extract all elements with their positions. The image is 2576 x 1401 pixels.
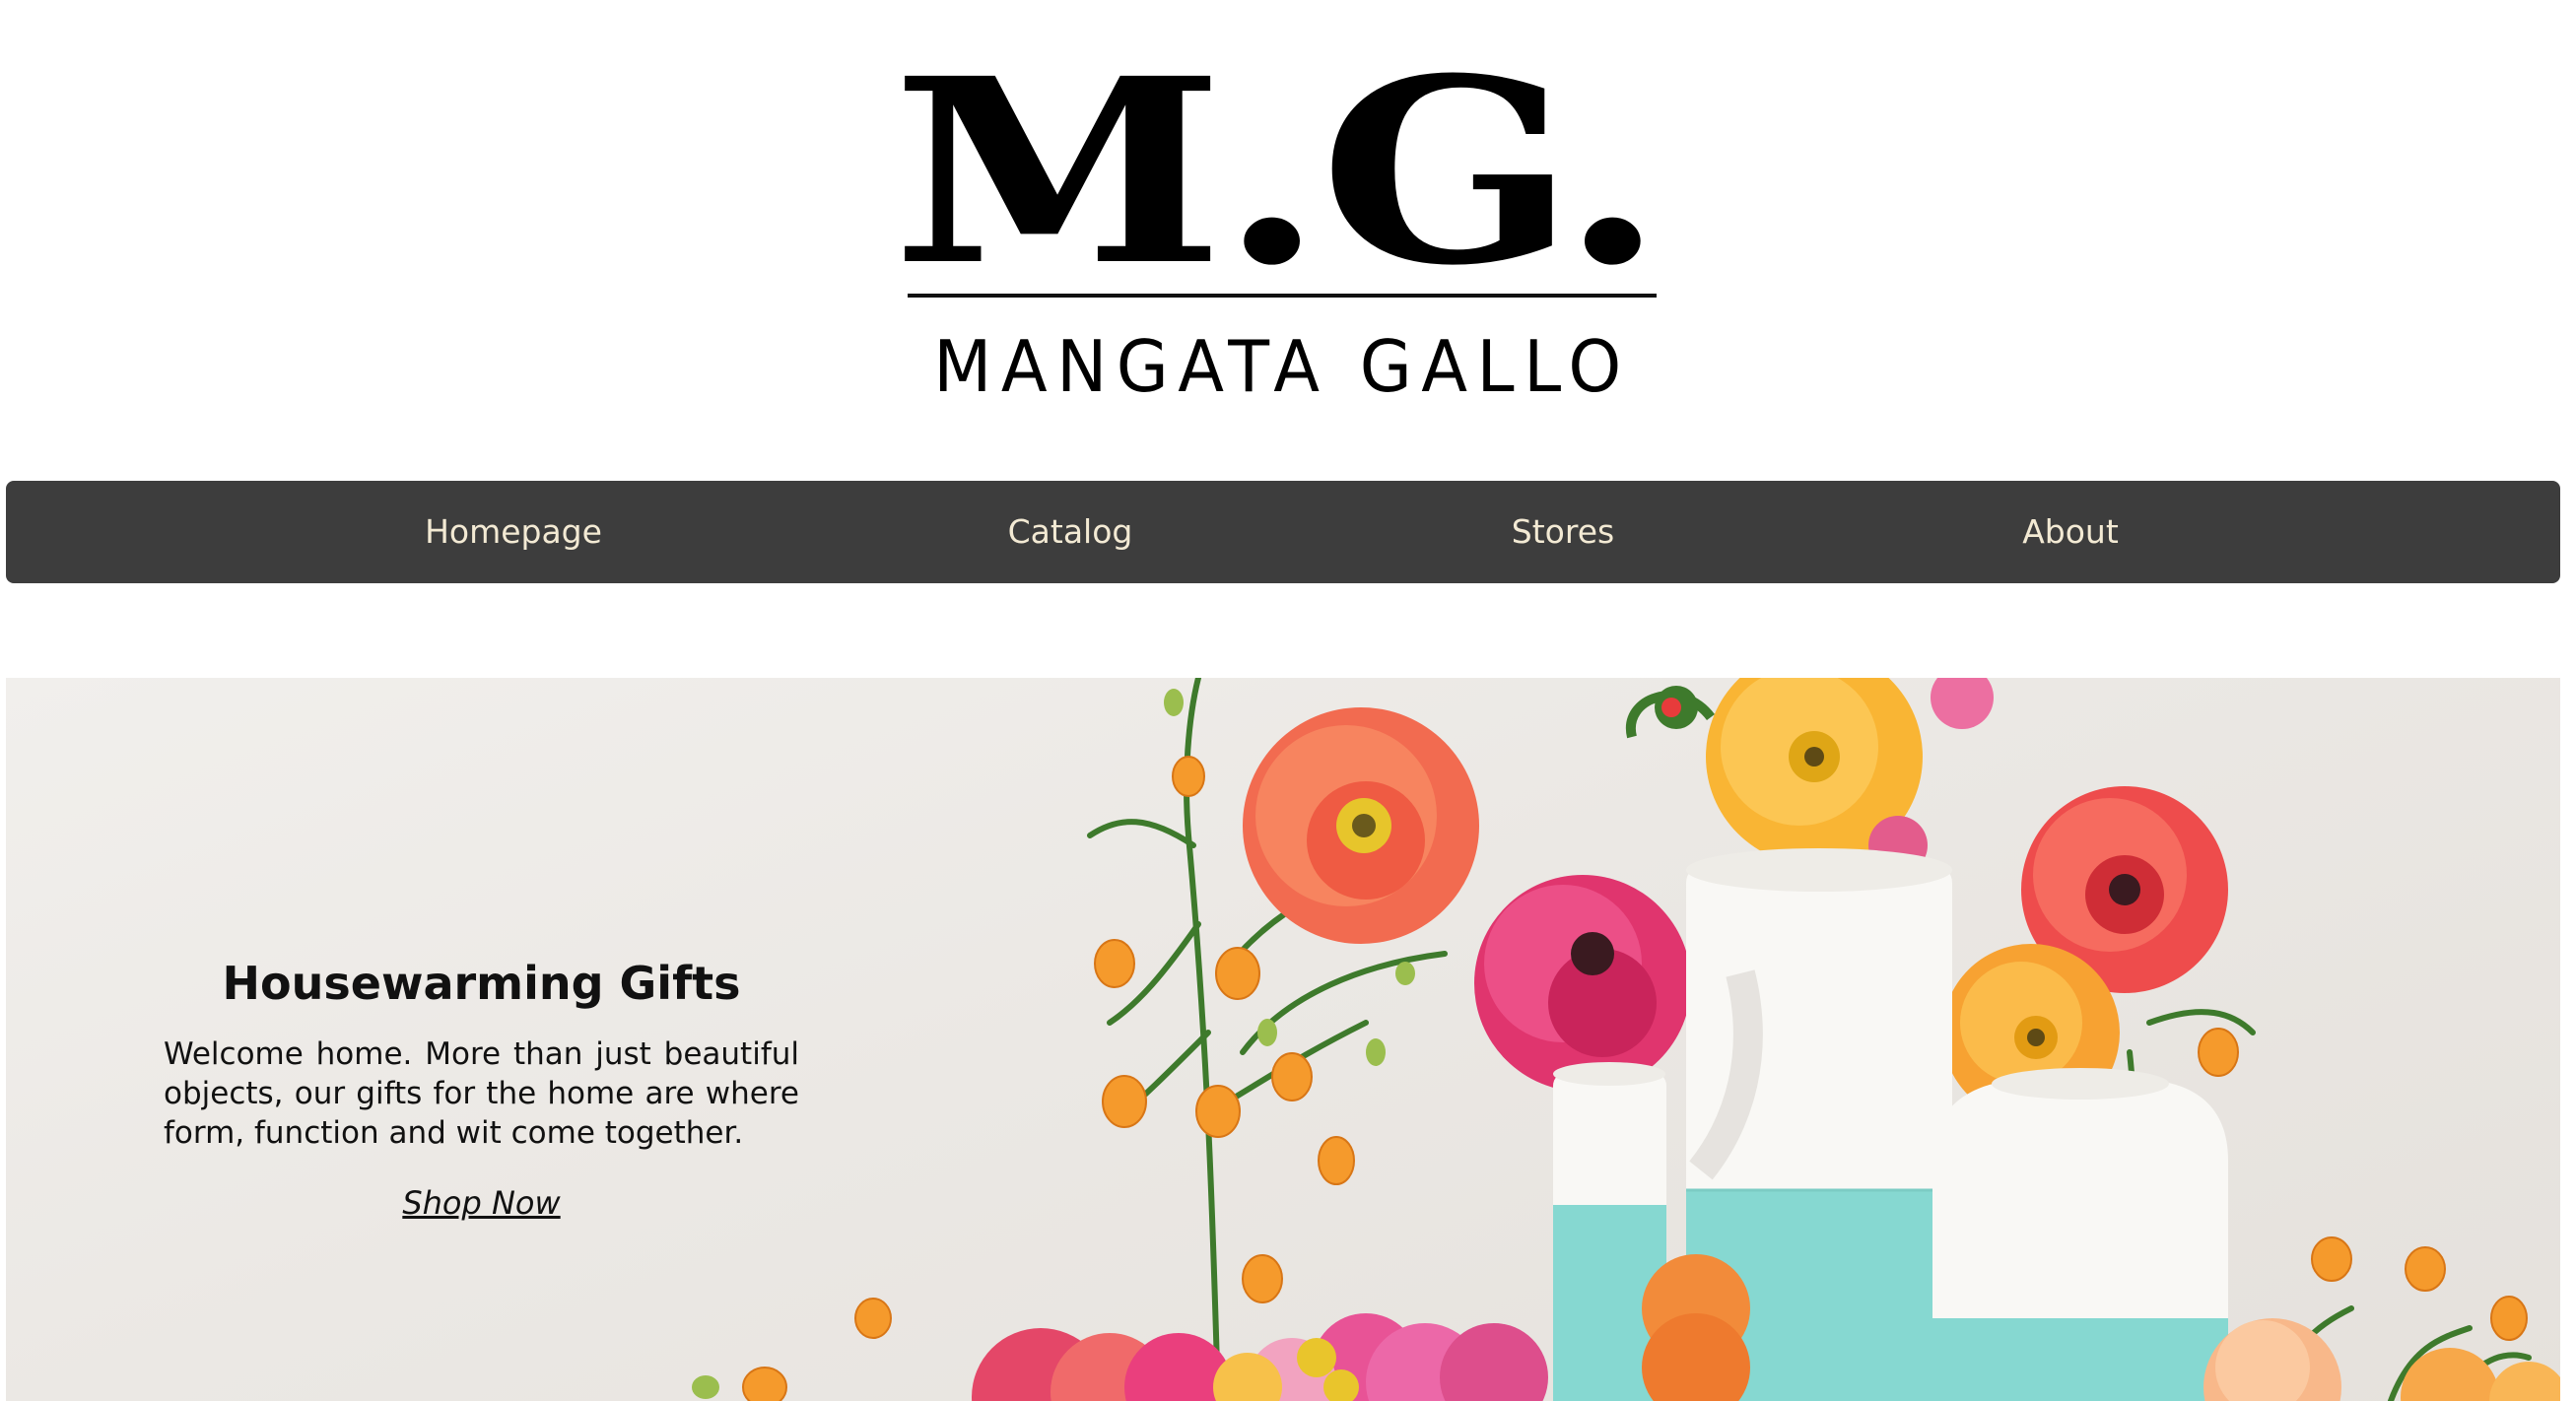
brand-name: MANGATA GALLO xyxy=(933,325,1631,408)
hero-title: Housewarming Gifts xyxy=(222,957,741,1010)
nav-item-catalog[interactable]: Catalog xyxy=(932,481,1208,583)
logo-divider xyxy=(908,294,1657,298)
main-navigation: Homepage Catalog Stores About xyxy=(6,481,2560,583)
brand-logo[interactable]: M.G. MANGATA GALLO xyxy=(892,45,1664,409)
brand-monogram: M.G. xyxy=(892,23,1664,321)
nav-item-about[interactable]: About xyxy=(1952,481,2189,583)
shop-now-link[interactable]: Shop Now xyxy=(164,1184,799,1222)
nav-item-homepage[interactable]: Homepage xyxy=(380,481,646,583)
hero-description: Welcome home. More than just beautiful o… xyxy=(164,1036,799,1151)
nav-item-stores[interactable]: Stores xyxy=(1445,481,1681,583)
hero-banner: Housewarming Gifts Welcome home. More th… xyxy=(6,678,2560,1401)
hero-copy: Housewarming Gifts Welcome home. More th… xyxy=(164,954,799,1222)
